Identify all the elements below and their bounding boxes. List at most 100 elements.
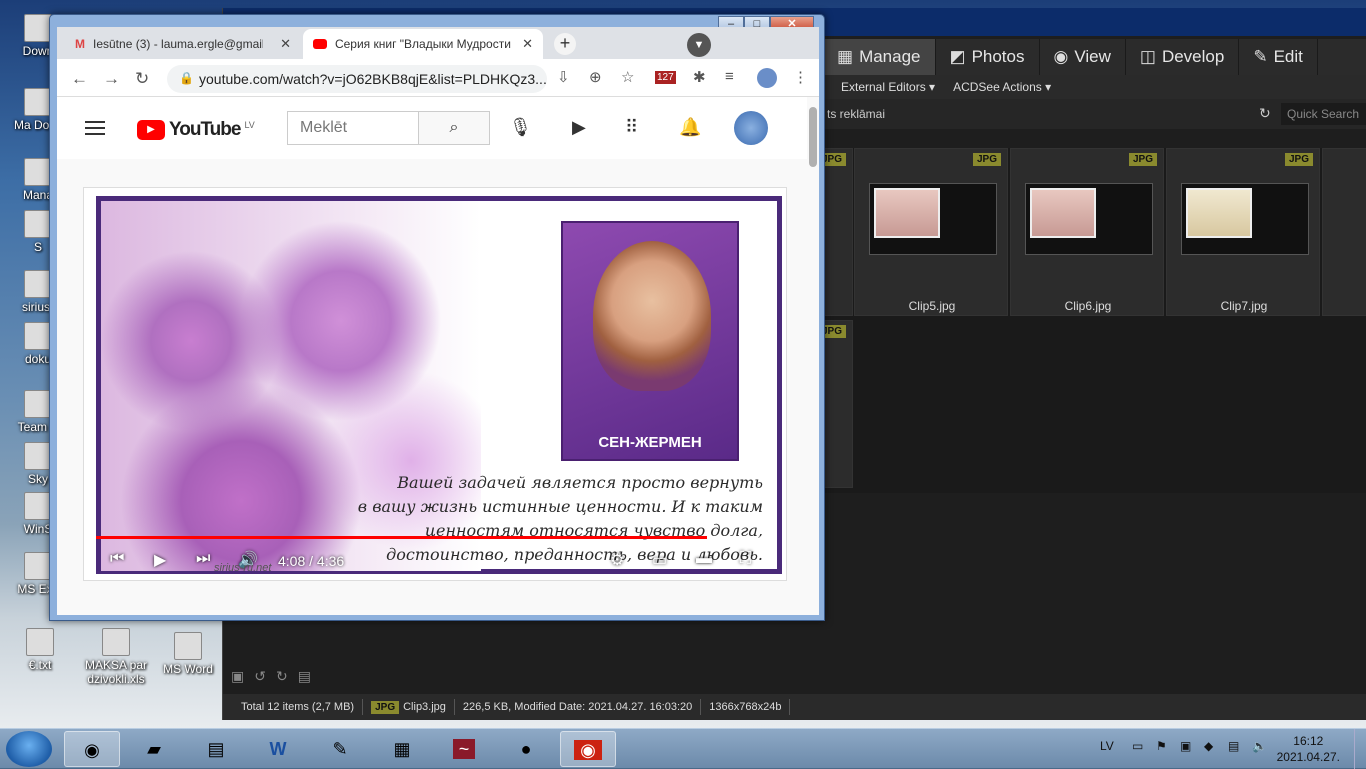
clock[interactable]: 16:12 2021.04.27. bbox=[1277, 733, 1340, 765]
search-button[interactable]: ⌕ bbox=[418, 111, 490, 145]
desktop-icon-label: €.txt bbox=[28, 658, 52, 672]
show-desktop-button[interactable] bbox=[1354, 729, 1366, 769]
bell-icon[interactable]: 🔔 bbox=[679, 117, 701, 138]
network-icon[interactable]: ▤ bbox=[1228, 739, 1239, 753]
video-progress-bar[interactable] bbox=[96, 536, 776, 539]
delete-icon[interactable]: ▤ bbox=[298, 668, 311, 685]
tab-gmail[interactable]: M Iesūtne (3) - lauma.ergle@gmail.c ✕ bbox=[65, 29, 301, 59]
mode-view[interactable]: ◉ View bbox=[1040, 39, 1126, 75]
firefox-icon: ● bbox=[520, 739, 532, 759]
taskbar-firefox[interactable]: ● bbox=[498, 731, 554, 767]
settings-icon[interactable]: ⚙ bbox=[610, 550, 624, 570]
play-button[interactable]: ▶ bbox=[154, 550, 166, 570]
breadcrumb-text[interactable]: ts reklāmai bbox=[823, 107, 885, 121]
refresh-icon[interactable]: ↻ bbox=[1259, 105, 1271, 122]
rotate-left-icon[interactable]: ↺ bbox=[254, 668, 266, 685]
shield-icon[interactable]: ◆ bbox=[1204, 739, 1213, 753]
excel-icon bbox=[102, 628, 130, 656]
thumbnail-clip5[interactable]: JPG Clip5.jpg bbox=[854, 148, 1008, 316]
acdsee-mode-bar: ▦ Manage ◩ Photos ◉ View ◫ Develop ✎ Edit bbox=[823, 39, 1366, 75]
tab-search-button[interactable]: ▼ bbox=[687, 33, 711, 57]
video-progress-fill bbox=[96, 536, 708, 539]
mic-icon[interactable]: 🎙 bbox=[509, 117, 532, 138]
back-icon[interactable]: ← bbox=[71, 69, 88, 89]
search-input[interactable]: Meklēt bbox=[287, 111, 419, 145]
zoom-icon[interactable]: ⊕ bbox=[589, 68, 602, 86]
mode-label: Manage bbox=[859, 47, 921, 66]
video-frame: СЕН-ЖЕРМЕН Вашей задачей является просто… bbox=[96, 196, 782, 574]
quick-search-input[interactable]: Quick Search bbox=[1281, 103, 1366, 125]
extensions-icon[interactable]: ✱ bbox=[693, 68, 706, 86]
taskbar-chrome[interactable]: ◉ bbox=[64, 731, 120, 767]
mode-develop[interactable]: ◫ Develop bbox=[1126, 39, 1240, 75]
taskbar-paint[interactable]: ✎ bbox=[312, 731, 368, 767]
forward-icon[interactable]: → bbox=[103, 69, 120, 89]
tray-monitor-icon[interactable]: ▭ bbox=[1132, 739, 1143, 753]
url-text: youtube.com/watch?v=jO62BKB8qjE&list=PLD… bbox=[199, 71, 547, 87]
video-player[interactable]: СЕН-ЖЕРМЕН Вашей задачей является просто… bbox=[83, 187, 787, 581]
status-total: Total 12 items (2,7 MB) bbox=[233, 699, 364, 715]
image-tool-icon[interactable]: ▣ bbox=[231, 668, 244, 685]
star-icon[interactable]: ☆ bbox=[621, 68, 634, 86]
thumbnail-clip6[interactable]: JPG Clip6.jpg bbox=[1010, 148, 1164, 316]
youtube-logo[interactable]: ▶ YouTube LV bbox=[137, 119, 255, 141]
thumbnail-clip7[interactable]: JPG Clip7.jpg bbox=[1166, 148, 1320, 316]
install-icon[interactable]: ⇩ bbox=[557, 68, 570, 86]
scrollbar[interactable] bbox=[809, 107, 817, 167]
tab-youtube[interactable]: Серия книг "Владыки Мудрости ✕ bbox=[303, 29, 543, 59]
speaker-icon[interactable]: 🔈 bbox=[1252, 739, 1267, 753]
mode-label: Photos bbox=[971, 47, 1025, 66]
start-button[interactable] bbox=[6, 731, 52, 767]
grid-icon: ▦ bbox=[837, 47, 854, 66]
next-icon[interactable]: ⏭ bbox=[196, 550, 210, 568]
desktop-icon-msword[interactable]: MS Word bbox=[156, 632, 220, 676]
notes-icon: ▰ bbox=[147, 739, 161, 759]
taskbar-acdsee[interactable]: ◉ bbox=[560, 731, 616, 767]
thumbnail-image bbox=[1025, 183, 1153, 255]
rotate-right-icon[interactable]: ↻ bbox=[276, 668, 288, 685]
tab-title: Серия книг "Владыки Мудрости bbox=[334, 37, 511, 51]
extension-badge[interactable]: 127 bbox=[655, 71, 676, 84]
thumbnail-partial-right[interactable] bbox=[1322, 148, 1366, 316]
media-icon[interactable]: ≡ bbox=[725, 68, 734, 85]
mode-edit[interactable]: ✎ Edit bbox=[1239, 39, 1318, 75]
url-field[interactable]: 🔒 youtube.com/watch?v=jO62BKB8qjE&list=PL… bbox=[167, 65, 547, 93]
taskbar-explorer[interactable]: ▤ bbox=[188, 731, 244, 767]
avatar[interactable] bbox=[734, 111, 768, 145]
word-icon: W bbox=[269, 739, 287, 759]
taskbar-notes[interactable]: ▰ bbox=[126, 731, 182, 767]
taskbar-word[interactable]: W bbox=[250, 731, 306, 767]
new-tab-button[interactable]: + bbox=[554, 33, 576, 55]
taskbar-app-tilde[interactable]: ~ bbox=[436, 731, 492, 767]
folder-icon bbox=[24, 88, 52, 116]
flag-icon[interactable]: ⚑ bbox=[1156, 739, 1167, 753]
apps-icon[interactable]: ⠿ bbox=[625, 117, 638, 138]
hamburger-icon[interactable] bbox=[85, 121, 105, 139]
menu-acdsee-actions[interactable]: ACDSee Actions ▾ bbox=[953, 80, 1051, 94]
create-icon[interactable]: ▶︎ bbox=[572, 117, 586, 138]
desktop-icon-label: S bbox=[33, 240, 42, 254]
excel-icon bbox=[24, 552, 52, 580]
jpg-badge: JPG bbox=[371, 700, 400, 714]
close-tab-icon[interactable]: ✕ bbox=[280, 36, 291, 52]
reload-icon[interactable]: ↻ bbox=[135, 69, 149, 89]
mode-photos[interactable]: ◩ Photos bbox=[936, 39, 1040, 75]
desktop-icon-maksa[interactable]: MAKSA par dzivokli.xls bbox=[82, 628, 150, 686]
previous-icon[interactable]: ⏮ bbox=[110, 550, 124, 568]
fullscreen-icon[interactable]: ⛶ bbox=[740, 550, 751, 568]
language-indicator[interactable]: LV bbox=[1100, 739, 1114, 753]
menu-external-editors[interactable]: External Editors ▾ bbox=[841, 80, 935, 94]
miniplayer-icon[interactable]: ▭ bbox=[652, 550, 667, 570]
taskbar-calculator[interactable]: ▦ bbox=[374, 731, 430, 767]
youtube-icon bbox=[313, 39, 327, 49]
tray-device-icon[interactable]: ▣ bbox=[1180, 739, 1191, 753]
close-tab-icon[interactable]: ✕ bbox=[522, 36, 533, 52]
mode-manage[interactable]: ▦ Manage bbox=[823, 39, 936, 75]
menu-icon[interactable]: ⋮ bbox=[793, 68, 808, 86]
quote-line: ценностям относятся чувство долга, bbox=[424, 521, 763, 540]
desktop-icon-euro-txt[interactable]: €.txt bbox=[8, 628, 72, 672]
profile-avatar[interactable] bbox=[757, 68, 777, 88]
status-filename: Clip3.jpg bbox=[403, 701, 446, 713]
theater-icon[interactable]: ▬ bbox=[696, 550, 712, 568]
text-file-icon bbox=[26, 628, 54, 656]
